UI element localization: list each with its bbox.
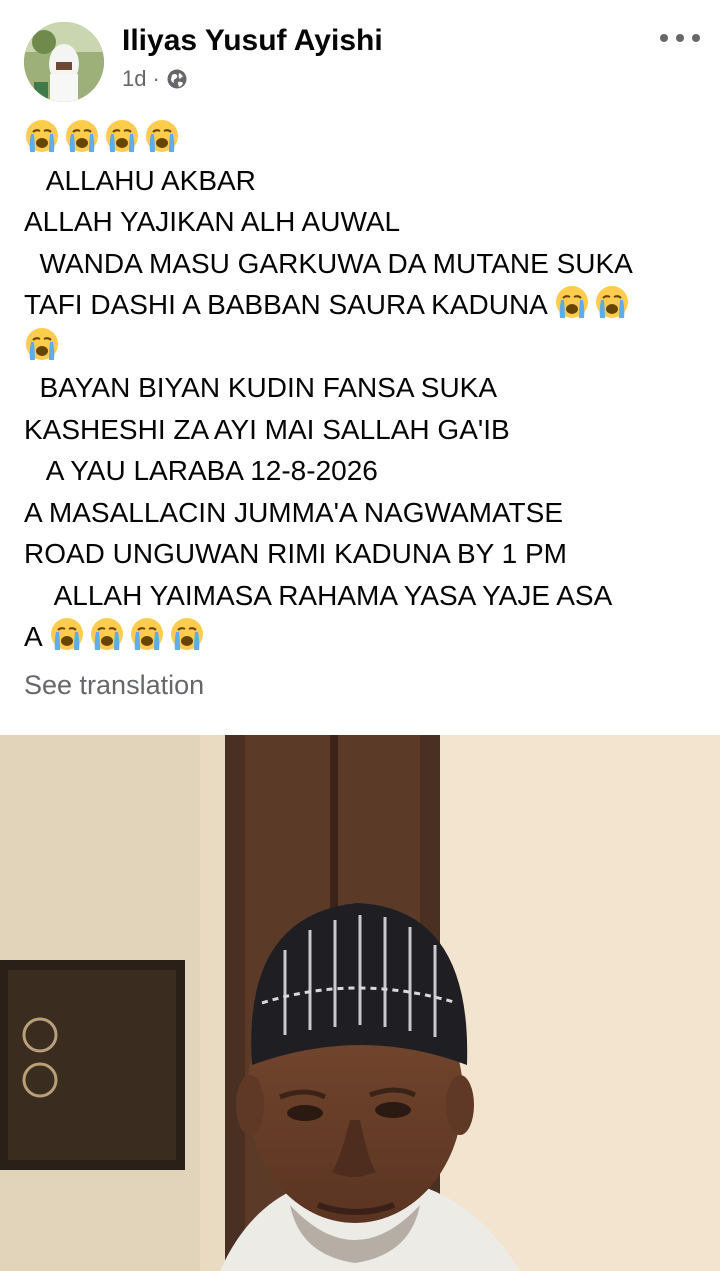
post-text-line	[24, 118, 700, 160]
post-text-line: ROAD UNGUWAN RIMI KADUNA BY 1 PM	[24, 533, 700, 575]
post-text-line-content: ALLAHU AKBAR	[24, 164, 256, 196]
loudly-crying-face-icon	[129, 616, 165, 652]
loudly-crying-face-icon	[169, 616, 205, 652]
post-text-line-content: TAFI DASHI A BABBAN SAURA KADUNA	[24, 289, 555, 320]
post-photo[interactable]	[0, 735, 720, 1271]
loudly-crying-face-icon	[144, 118, 180, 154]
more-options-icon[interactable]	[660, 26, 700, 50]
post-text: ALLAHU AKBAR ALLAH YAJIKAN ALH AUWAL WAND…	[24, 118, 700, 658]
meta-separator: ·	[152, 66, 160, 91]
loudly-crying-face-icon	[64, 118, 100, 154]
author-name[interactable]: Iliyas Yusuf Ayishi	[122, 24, 383, 58]
loudly-crying-face-icon	[24, 326, 60, 362]
post-text-line: ALLAH YAIMASA RAHAMA YASA YAJE ASA	[24, 575, 700, 617]
post-header: Iliyas Yusuf Ayishi 1d ·	[0, 0, 720, 110]
post-text-line	[24, 326, 700, 368]
post-time[interactable]: 1d	[122, 66, 146, 92]
see-translation-link[interactable]: See translation	[24, 670, 204, 701]
post-text-line: A MASALLACIN JUMMA'A NAGWAMATSE	[24, 492, 700, 534]
post-text-line-content: A MASALLACIN JUMMA'A NAGWAMATSE	[24, 496, 563, 528]
post-text-line: A	[24, 616, 700, 658]
loudly-crying-face-icon	[24, 118, 60, 154]
loudly-crying-face-icon	[594, 284, 630, 320]
globe-icon[interactable]	[166, 68, 188, 90]
post-text-line-content: A	[24, 621, 49, 652]
post-text-line: KASHESHI ZA AYI MAI SALLAH GA'IB	[24, 409, 700, 451]
post-text-line-content: WANDA MASU GARKUWA DA MUTANE SUKA	[24, 247, 633, 279]
post-text-line-content: ALLAH YAIMASA RAHAMA YASA YAJE ASA	[24, 579, 613, 611]
loudly-crying-face-icon	[89, 616, 125, 652]
post-text-line: ALLAH YAJIKAN ALH AUWAL	[24, 201, 700, 243]
post-text-line: ALLAHU AKBAR	[24, 160, 700, 202]
post-text-line-content: ALLAH YAJIKAN ALH AUWAL	[24, 206, 401, 237]
avatar[interactable]	[24, 22, 104, 102]
post-text-line-content: ROAD UNGUWAN RIMI KADUNA BY 1 PM	[24, 538, 567, 569]
post-text-line: BAYAN BIYAN KUDIN FANSA SUKA	[24, 367, 700, 409]
post-text-line-content: KASHESHI ZA AYI MAI SALLAH GA'IB	[24, 413, 510, 445]
post-text-line-content: A YAU LARABA 12-8-2026	[24, 455, 378, 486]
loudly-crying-face-icon	[554, 284, 590, 320]
post-text-line: A YAU LARABA 12-8-2026	[24, 450, 700, 492]
loudly-crying-face-icon	[104, 118, 140, 154]
loudly-crying-face-icon	[49, 616, 85, 652]
post-text-line: WANDA MASU GARKUWA DA MUTANE SUKA	[24, 243, 700, 285]
post-text-line-content: BAYAN BIYAN KUDIN FANSA SUKA	[24, 372, 498, 403]
post-meta: 1d ·	[122, 66, 188, 92]
post-text-line: TAFI DASHI A BABBAN SAURA KADUNA	[24, 284, 700, 326]
